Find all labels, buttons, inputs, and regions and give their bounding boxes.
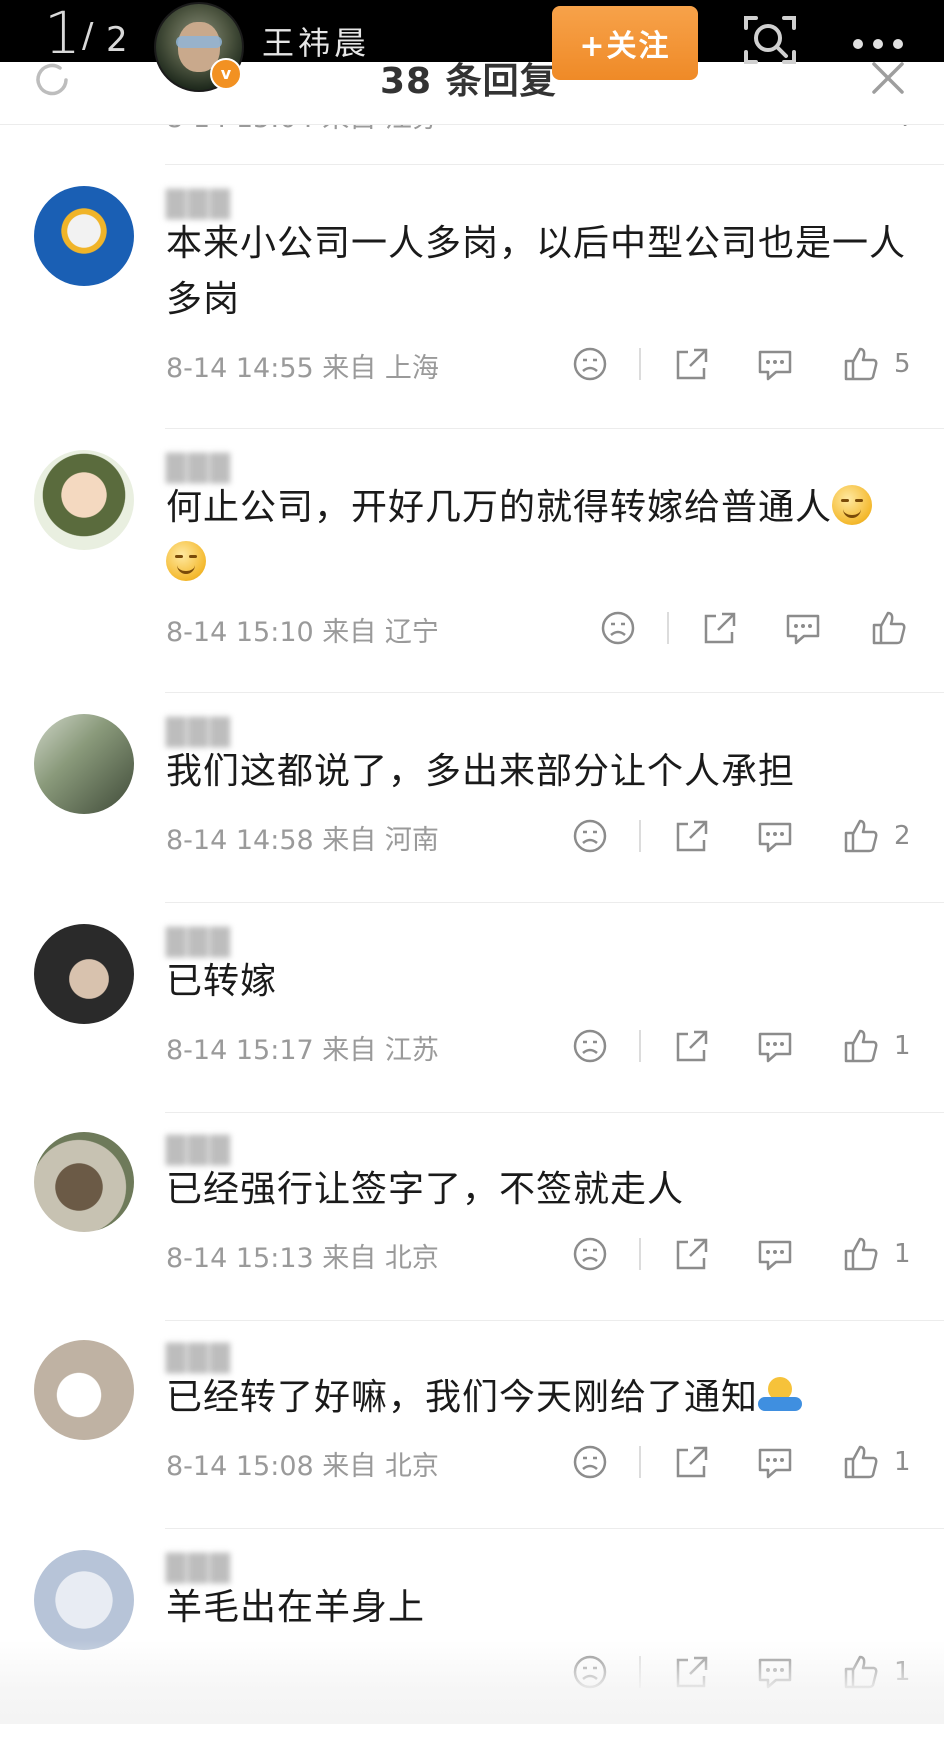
thumbs-up-icon[interactable] bbox=[842, 1442, 880, 1482]
comment-meta: 8-14 15:10 来自 辽宁 bbox=[166, 617, 439, 648]
thumbs-up-icon[interactable] bbox=[842, 344, 880, 384]
comment-item[interactable]: ███ 已经转了好嘛，我们今天刚给了通知 8-14 15:08 来自 北京 1 bbox=[0, 1340, 944, 1548]
comment-bubble-icon[interactable] bbox=[756, 1442, 794, 1482]
comment-text: 已经转了好嘛，我们今天刚给了通知 bbox=[166, 1370, 906, 1426]
image-viewer-bar: 1 / 2 王祎晨 bbox=[0, 0, 944, 67]
comment-actions: 1 bbox=[560, 1234, 930, 1274]
comment-meta: 8-14 14:58 来自 河南 bbox=[166, 825, 439, 856]
like-count: 1 bbox=[894, 1239, 911, 1269]
share-icon[interactable] bbox=[674, 1026, 710, 1066]
comment-actions: 2 bbox=[560, 816, 930, 856]
share-icon[interactable] bbox=[674, 1442, 710, 1482]
vertical-divider bbox=[639, 348, 641, 380]
commenter-avatar[interactable] bbox=[34, 1340, 134, 1440]
replies-sheet-header: 38 条回复 bbox=[0, 61, 944, 125]
comment-bubble-icon[interactable] bbox=[784, 608, 822, 648]
commenter-avatar[interactable] bbox=[34, 450, 134, 550]
divider bbox=[165, 692, 944, 693]
more-options-icon[interactable] bbox=[848, 24, 908, 64]
divider bbox=[165, 1528, 944, 1529]
comment-text: 羊毛出在羊身上 bbox=[166, 1587, 426, 1628]
like-count: 2 bbox=[894, 821, 911, 851]
vertical-divider bbox=[639, 1446, 641, 1478]
thumbs-up-icon[interactable] bbox=[842, 1026, 880, 1066]
page-separator: / bbox=[82, 16, 94, 56]
share-icon[interactable] bbox=[702, 608, 738, 648]
comment-meta: 8-14 15:17 来自 江苏 bbox=[166, 1035, 439, 1066]
bottom-fade bbox=[0, 1640, 944, 1724]
commenter-avatar[interactable] bbox=[34, 1132, 134, 1232]
comment-bubble-icon[interactable] bbox=[756, 1234, 794, 1274]
dislike-face-icon[interactable] bbox=[572, 1442, 608, 1482]
divider bbox=[165, 1112, 944, 1113]
close-icon[interactable] bbox=[868, 58, 908, 98]
divider bbox=[165, 164, 944, 165]
share-icon[interactable] bbox=[674, 816, 710, 856]
verified-badge: v bbox=[210, 58, 242, 90]
comment-meta: 8-14 15:08 来自 北京 bbox=[166, 1451, 439, 1482]
dislike-face-icon[interactable] bbox=[572, 816, 608, 856]
share-icon[interactable] bbox=[674, 1234, 710, 1274]
laugh-emoji-icon bbox=[166, 541, 206, 581]
comment-meta: 8-14 14:55 来自 上海 bbox=[166, 353, 439, 384]
comment-item[interactable]: ███ 已转嫁 8-14 15:17 来自 江苏 1 bbox=[0, 924, 944, 1132]
divider bbox=[165, 902, 944, 903]
vertical-divider bbox=[639, 1030, 641, 1062]
thumbs-up-icon[interactable] bbox=[842, 816, 880, 856]
dislike-face-icon[interactable] bbox=[572, 344, 608, 384]
comment-text: 已转嫁 bbox=[166, 961, 278, 1002]
scan-icon[interactable] bbox=[742, 12, 798, 68]
comment-actions: 1 bbox=[560, 1026, 930, 1066]
like-count: 1 bbox=[894, 1031, 911, 1061]
like-count: 5 bbox=[894, 349, 911, 379]
comment-item[interactable]: ███ 我们这都说了，多出来部分让个人承担 8-14 14:58 来自 河南 2 bbox=[0, 714, 944, 922]
comment-actions bbox=[588, 608, 944, 648]
comment-bubble-icon[interactable] bbox=[756, 816, 794, 856]
commenter-avatar[interactable] bbox=[34, 186, 134, 286]
vertical-divider bbox=[639, 820, 641, 852]
like-count: 1 bbox=[894, 1447, 911, 1477]
follow-button[interactable]: +关注 bbox=[552, 6, 698, 80]
commenter-avatar[interactable] bbox=[34, 1550, 134, 1650]
comment-actions: 5 bbox=[560, 344, 930, 384]
comment-actions: 1 bbox=[560, 1442, 930, 1482]
thumbs-up-icon[interactable] bbox=[842, 1234, 880, 1274]
comment-meta: 8-14 15:13 来自 北京 bbox=[166, 1243, 439, 1274]
comment-item[interactable]: ███ 已经强行让签字了，不签就走人 8-14 15:13 来自 北京 1 bbox=[0, 1132, 944, 1340]
commenter-avatar[interactable] bbox=[34, 924, 134, 1024]
comment-item[interactable]: ███ 本来小公司一人多岗，以后中型公司也是一人多岗 8-14 14:55 来自 上… bbox=[0, 186, 944, 448]
author-name[interactable]: 王祎晨 bbox=[262, 18, 370, 64]
dislike-face-icon[interactable] bbox=[600, 608, 636, 648]
comment-bubble-icon[interactable] bbox=[756, 344, 794, 384]
comment-text: 已经强行让签字了，不签就走人 bbox=[166, 1169, 685, 1210]
vertical-divider bbox=[667, 612, 669, 644]
divider bbox=[165, 428, 944, 429]
share-icon[interactable] bbox=[674, 344, 710, 384]
commenter-avatar[interactable] bbox=[34, 714, 134, 814]
shrug-emoji-icon bbox=[758, 1375, 803, 1415]
page-current: 1 bbox=[44, 0, 81, 67]
avatar-glasses bbox=[176, 36, 222, 48]
comment-text: 本来小公司一人多岗，以后中型公司也是一人多岗 bbox=[166, 223, 907, 320]
divider bbox=[165, 1320, 944, 1321]
comment-bubble-icon[interactable] bbox=[756, 1026, 794, 1066]
dislike-face-icon[interactable] bbox=[572, 1234, 608, 1274]
vertical-divider bbox=[639, 1238, 641, 1270]
comment-text: 何止公司，开好几万的就得转嫁给普通人 bbox=[166, 480, 906, 592]
laugh-emoji-icon bbox=[832, 485, 873, 525]
dislike-face-icon[interactable] bbox=[572, 1026, 608, 1066]
comment-item[interactable]: ███ 何止公司，开好几万的就得转嫁给普通人 8-14 15:10 来自 辽宁 bbox=[0, 450, 944, 712]
thumbs-up-icon[interactable] bbox=[870, 608, 908, 648]
comment-text: 我们这都说了，多出来部分让个人承担 bbox=[166, 751, 796, 792]
page-total: 2 bbox=[106, 20, 128, 60]
